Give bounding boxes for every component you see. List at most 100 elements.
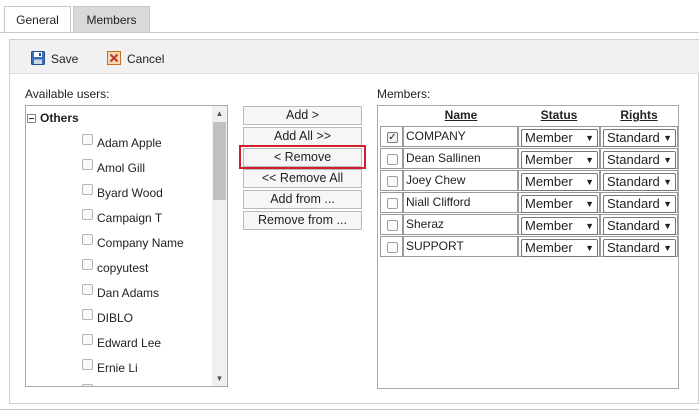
remove-from-button[interactable]: Remove from ... xyxy=(243,211,362,230)
members-label: Members: xyxy=(377,87,431,101)
add-button[interactable]: Add > xyxy=(243,106,362,125)
chevron-down-icon: ▼ xyxy=(663,221,672,231)
status-value: Member xyxy=(525,174,573,189)
scroll-down-icon[interactable]: ▼ xyxy=(212,371,227,386)
rights-cell: Standard ▼ xyxy=(600,170,678,191)
user-name: Adam Apple xyxy=(97,136,162,150)
user-name: DIBLO xyxy=(97,311,134,325)
tab-members[interactable]: Members xyxy=(73,6,150,33)
user-name: Byard Wood xyxy=(97,186,163,200)
row-checkbox[interactable] xyxy=(387,176,398,187)
save-label: Save xyxy=(51,52,79,66)
user-checkbox[interactable] xyxy=(82,309,93,320)
status-select[interactable]: Member ▼ xyxy=(521,173,598,191)
user-checkbox[interactable] xyxy=(82,134,93,145)
checkbox-checked-icon[interactable]: ✓ xyxy=(387,132,398,143)
user-checkbox[interactable] xyxy=(82,334,93,345)
add-all-button[interactable]: Add All >> xyxy=(243,127,362,146)
column-header-status[interactable]: Status xyxy=(518,108,600,123)
user-name: Dan Adams xyxy=(97,286,160,300)
status-select[interactable]: Member ▼ xyxy=(521,195,598,213)
user-checkbox[interactable] xyxy=(82,384,93,386)
remove-all-button[interactable]: << Remove All xyxy=(243,169,362,188)
status-cell: Member ▼ xyxy=(518,236,600,257)
row-select-cell xyxy=(380,192,403,213)
rights-select[interactable]: Standard ▼ xyxy=(603,129,676,147)
rights-cell: Standard ▼ xyxy=(600,126,678,147)
user-name: Company Name xyxy=(97,236,184,250)
status-select[interactable]: Member ▼ xyxy=(521,217,598,235)
status-value: Member xyxy=(525,196,573,211)
row-select-cell xyxy=(380,148,403,169)
chevron-down-icon: ▼ xyxy=(585,221,594,231)
row-checkbox[interactable] xyxy=(387,220,398,231)
user-name: Fabrizio Poldi xyxy=(97,385,170,386)
status-select[interactable]: Member ▼ xyxy=(521,239,598,257)
status-cell: Member ▼ xyxy=(518,170,600,191)
member-name: COMPANY xyxy=(403,126,518,147)
status-cell: Member ▼ xyxy=(518,192,600,213)
tab-general[interactable]: General xyxy=(4,6,71,33)
user-checkbox[interactable] xyxy=(82,184,93,195)
member-row: Niall Clifford Member ▼ Standard ▼ xyxy=(380,192,678,214)
user-checkbox[interactable] xyxy=(82,234,93,245)
row-checkbox[interactable] xyxy=(387,198,398,209)
user-name: Ernie Li xyxy=(97,361,138,375)
toolbar: Save Cancel xyxy=(10,40,699,74)
scrollbar[interactable]: ▲ ▼ xyxy=(212,106,227,386)
chevron-down-icon: ▼ xyxy=(585,155,594,165)
chevron-down-icon: ▼ xyxy=(663,133,672,143)
available-users-tree: Others Adam Apple Amol Gill Byard Wood Camp… xyxy=(25,105,228,387)
status-value: Member xyxy=(525,130,573,145)
chevron-down-icon: ▼ xyxy=(585,243,594,253)
member-name: Niall Clifford xyxy=(403,192,518,213)
save-icon xyxy=(31,51,45,65)
chevron-down-icon: ▼ xyxy=(663,199,672,209)
user-checkbox[interactable] xyxy=(82,209,93,220)
rights-value: Standard xyxy=(607,130,660,145)
row-checkbox[interactable] xyxy=(387,242,398,253)
chevron-down-icon: ▼ xyxy=(663,243,672,253)
member-row: Joey Chew Member ▼ Standard ▼ xyxy=(380,170,678,192)
rights-select[interactable]: Standard ▼ xyxy=(603,173,676,191)
user-checkbox[interactable] xyxy=(82,359,93,370)
chevron-down-icon: ▼ xyxy=(663,155,672,165)
status-value: Member xyxy=(525,152,573,167)
collapse-icon[interactable] xyxy=(27,114,36,123)
member-name: Dean Sallinen xyxy=(403,148,518,169)
rights-select[interactable]: Standard ▼ xyxy=(603,195,676,213)
rights-value: Standard xyxy=(607,174,660,189)
rights-select[interactable]: Standard ▼ xyxy=(603,217,676,235)
rights-value: Standard xyxy=(607,196,660,211)
tree-group[interactable]: Others xyxy=(27,111,79,125)
member-name: Joey Chew xyxy=(403,170,518,191)
user-checkbox[interactable] xyxy=(82,284,93,295)
user-name: Campaign T xyxy=(97,211,163,225)
user-checkbox[interactable] xyxy=(82,259,93,270)
status-value: Member xyxy=(525,218,573,233)
scroll-up-icon[interactable]: ▲ xyxy=(212,106,227,121)
cancel-icon xyxy=(107,51,121,65)
row-select-cell xyxy=(380,214,403,235)
rights-select[interactable]: Standard ▼ xyxy=(603,151,676,169)
chevron-down-icon: ▼ xyxy=(663,177,672,187)
remove-button-highlight xyxy=(239,145,366,169)
rights-value: Standard xyxy=(607,240,660,255)
add-from-button[interactable]: Add from ... xyxy=(243,190,362,209)
user-checkbox[interactable] xyxy=(82,159,93,170)
rights-select[interactable]: Standard ▼ xyxy=(603,239,676,257)
column-header-rights[interactable]: Rights xyxy=(600,108,678,123)
status-cell: Member ▼ xyxy=(518,214,600,235)
rights-value: Standard xyxy=(607,218,660,233)
member-row: Dean Sallinen Member ▼ Standard ▼ xyxy=(380,148,678,170)
status-select[interactable]: Member ▼ xyxy=(521,151,598,169)
column-header-name[interactable]: Name xyxy=(404,108,518,123)
row-select-cell xyxy=(380,236,403,257)
status-select[interactable]: Member ▼ xyxy=(521,129,598,147)
row-checkbox[interactable] xyxy=(387,154,398,165)
status-cell: Member ▼ xyxy=(518,148,600,169)
scroll-thumb[interactable] xyxy=(213,122,226,200)
row-select-cell xyxy=(380,170,403,191)
user-name: copyutest xyxy=(97,261,149,275)
cancel-label: Cancel xyxy=(127,52,165,66)
